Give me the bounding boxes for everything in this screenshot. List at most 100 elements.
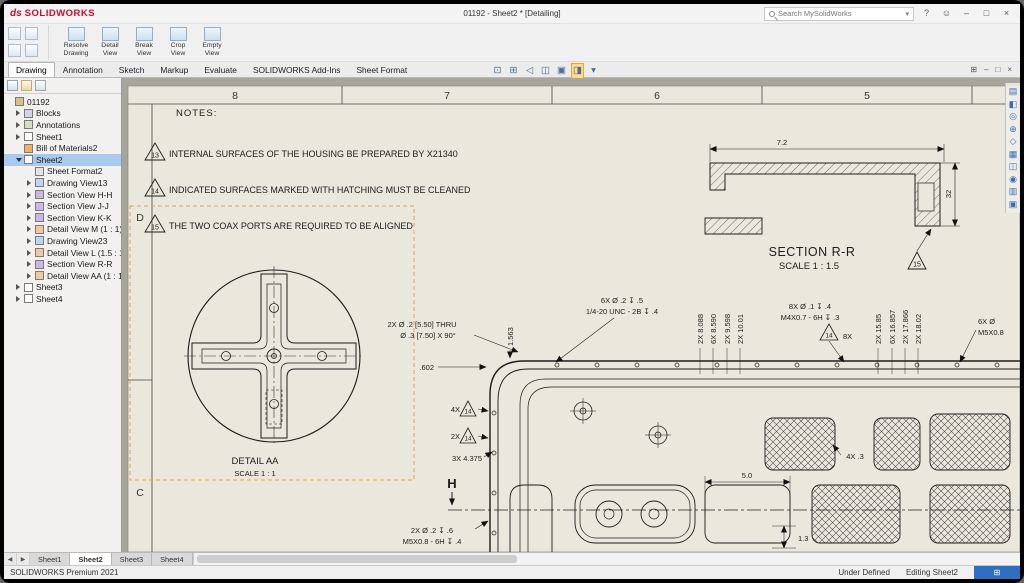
resolve-drawing-button[interactable]: Resolve Drawing [60, 25, 92, 60]
tab-sheet-format[interactable]: Sheet Format [348, 62, 415, 77]
empty-view-button[interactable]: Empty View [196, 25, 228, 60]
expand-arrow-icon[interactable] [27, 215, 35, 221]
callout-right-line2[interactable]: M5X0.8 [978, 328, 1004, 337]
tree-item-detail-view-m[interactable]: Detail View M (1 : 1) [4, 224, 121, 236]
view-palette-icon[interactable]: ▤ [1009, 87, 1018, 96]
dim-50[interactable]: 5.0 [742, 471, 752, 480]
expand-arrow-icon[interactable] [27, 180, 35, 186]
zoom-fit-icon[interactable]: ⊡ [491, 64, 504, 78]
tree-item-section-view-kk[interactable]: Section View K-K [4, 212, 121, 224]
tab-annotation[interactable]: Annotation [55, 62, 111, 77]
flag-2x-num[interactable]: 14 [464, 436, 472, 443]
note-text-15[interactable]: THE TWO COAX PORTS ARE REQUIRED TO BE AL… [169, 221, 413, 231]
doc-minimize-icon[interactable]: – [984, 63, 988, 77]
search-box[interactable]: ▾ [764, 7, 914, 21]
display-style-icon[interactable]: ◧ [1009, 100, 1018, 109]
section-width-dim[interactable]: 7.2 [777, 138, 787, 147]
callout-8x-line2[interactable]: M4X0.7 - 6H ↧ .3 [781, 313, 840, 322]
tree-item-section-view-rr[interactable]: Section View R-R [4, 258, 121, 270]
tree-item-drawing-view23[interactable]: Drawing View23 [4, 235, 121, 247]
previous-view-icon[interactable]: ◁ [523, 64, 536, 78]
ordinate-dim-1[interactable]: 2X 8.088 [696, 314, 705, 344]
callout-8x-line1[interactable]: 8X Ø .1 ↧ .4 [789, 302, 831, 311]
tree-item-detail-view-l[interactable]: Detail View L (1.5 : 1) [4, 247, 121, 259]
expand-arrow-icon[interactable] [27, 203, 35, 209]
note-text-14[interactable]: INDICATED SURFACES MARKED WITH HATCHING … [169, 185, 471, 195]
flag-8x-num[interactable]: 14 [825, 333, 833, 340]
expand-arrow-icon[interactable] [27, 273, 35, 279]
options-icon[interactable]: ▣ [1009, 200, 1018, 209]
appearance-icon[interactable]: ▦ [1009, 150, 1018, 159]
crop-view-button[interactable]: Crop View [162, 25, 194, 60]
ordinate-dim-5[interactable]: 2X 15.85 [874, 314, 883, 344]
detail-view-button[interactable]: Detail View [94, 25, 126, 60]
hide-items-icon[interactable]: ◨ [571, 63, 584, 79]
zoom-in-icon[interactable]: ⊕ [1009, 125, 1017, 134]
flag-4x-qty[interactable]: 4X [451, 405, 460, 414]
tab-evaluate[interactable]: Evaluate [196, 62, 245, 77]
tab-drawing[interactable]: Drawing [8, 62, 55, 77]
configurationmanager-tab-icon[interactable] [35, 80, 46, 91]
sheet-tab-sheet2[interactable]: Sheet2 [70, 553, 111, 565]
tree-item-sheet1[interactable]: Sheet1 [4, 131, 121, 143]
sheet-prev-icon[interactable]: ◀ [4, 553, 17, 565]
tree-item-section-view-hh[interactable]: Section View H-H [4, 189, 121, 201]
expand-arrow-icon[interactable] [16, 110, 24, 116]
horizontal-scrollbar[interactable] [193, 553, 1020, 565]
expand-arrow-icon[interactable] [27, 261, 35, 267]
propertymanager-tab-icon[interactable] [21, 80, 32, 91]
tree-item-section-view-jj[interactable]: Section View J-J [4, 200, 121, 212]
callout-right-line1[interactable]: 6X Ø [978, 317, 995, 326]
section-view-icon[interactable]: ◫ [539, 64, 552, 78]
tree-item-sheet2[interactable]: Sheet2 [4, 154, 121, 166]
save-icon[interactable] [8, 44, 21, 57]
doc-restore-icon[interactable]: □ [995, 63, 1000, 77]
expand-arrow-icon[interactable] [27, 192, 35, 198]
collapse-arrow-icon[interactable] [16, 158, 24, 162]
dim-4x3[interactable]: 4X .3 [846, 452, 864, 461]
dim-4375[interactable]: 3X 4.375 [452, 454, 482, 463]
section-rr-title[interactable]: SECTION R-R [769, 245, 856, 259]
doc-grid-icon[interactable]: ⊞ [970, 63, 977, 77]
detail-aa-title[interactable]: DETAIL AA [232, 456, 280, 467]
search-caret-icon[interactable]: ▾ [905, 10, 909, 18]
tree-item-sheet3[interactable]: Sheet3 [4, 282, 121, 294]
filter-icon[interactable]: ▥ [1009, 187, 1018, 196]
dim-602[interactable]: .602 [419, 363, 434, 372]
tree-item-blocks[interactable]: Blocks [4, 108, 121, 120]
detail-aa-scale[interactable]: SCALE 1 : 1 [234, 469, 275, 478]
callout-thru-line2[interactable]: Ø .3 [7.50] X 90° [400, 331, 456, 340]
tab-markup[interactable]: Markup [152, 62, 196, 77]
callout-thru-line1[interactable]: 2X Ø .2 [5.50] THRU [387, 320, 456, 329]
dim-13[interactable]: 1.3 [798, 534, 808, 543]
tree-item-drawing-view13[interactable]: Drawing View13 [4, 177, 121, 189]
section-letter-h[interactable]: H [447, 476, 456, 491]
scrollbar-thumb[interactable] [197, 555, 517, 563]
doc-close-icon[interactable]: × [1007, 63, 1012, 77]
dropdown-caret-icon[interactable]: ▾ [587, 64, 600, 78]
ordinate-dim-6[interactable]: 6X 16.857 [888, 310, 897, 344]
scene-icon[interactable]: ◫ [1009, 162, 1018, 171]
section-rr-scale[interactable]: SCALE 1 : 1.5 [779, 261, 839, 272]
tree-item-detail-view-aa[interactable]: Detail View AA (1 : 1) [4, 270, 121, 282]
break-view-button[interactable]: Break View [128, 25, 160, 60]
tab-sketch[interactable]: Sketch [111, 62, 153, 77]
status-panel-icon[interactable]: ⊞ [974, 566, 1020, 579]
close-button[interactable]: × [999, 6, 1014, 21]
tree-item-annotations[interactable]: Annotations [4, 119, 121, 131]
tree-item-sheet4[interactable]: Sheet4 [4, 293, 121, 305]
ordinate-dim-4[interactable]: 2X 10.01 [736, 314, 745, 344]
search-input[interactable] [778, 9, 902, 18]
tree-item-root[interactable]: 01192 [4, 96, 121, 108]
expand-arrow-icon[interactable] [16, 122, 24, 128]
sheet-tab-sheet3[interactable]: Sheet3 [112, 553, 152, 565]
flag-8x-qty[interactable]: 8X [843, 332, 852, 341]
sheet-tab-sheet4[interactable]: Sheet4 [152, 553, 192, 565]
flag-4x-num[interactable]: 14 [464, 409, 472, 416]
hide-show-icon[interactable]: ◎ [1009, 112, 1017, 121]
minimize-button[interactable]: – [959, 6, 974, 21]
sheet-next-icon[interactable]: ▶ [17, 553, 30, 565]
expand-arrow-icon[interactable] [27, 226, 35, 232]
orientation-icon[interactable]: ◇ [1010, 137, 1017, 146]
callout-6x-line2[interactable]: 1/4-20 UNC - 2B ↧ .4 [586, 307, 658, 316]
